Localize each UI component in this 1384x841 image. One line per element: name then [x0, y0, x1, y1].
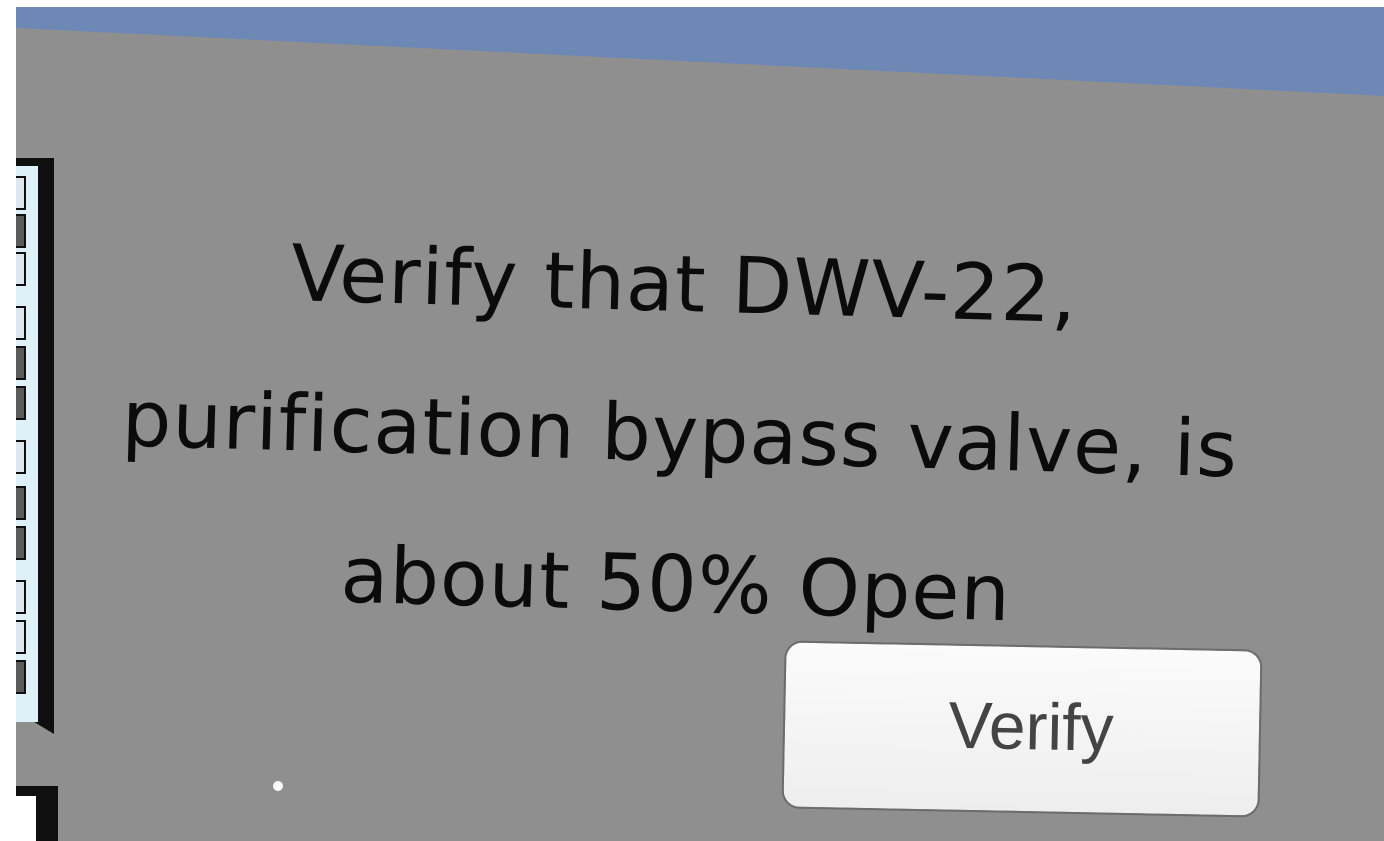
panel-switch	[16, 580, 26, 614]
panel-switch	[16, 386, 26, 420]
instruction-line-2: purification bypass valve, is	[120, 374, 1240, 496]
instruction-text: Verify that DWV-22, purification bypass …	[34, 192, 1326, 678]
panel-switch	[16, 252, 26, 286]
panel-switch	[16, 214, 26, 248]
top-edge	[0, 0, 1384, 7]
panel-switch	[16, 306, 26, 340]
cursor-dot-icon	[273, 781, 283, 791]
vr-scene: Verify that DWV-22, purification bypass …	[0, 0, 1384, 841]
panel-switch	[16, 176, 26, 210]
panel-switch	[16, 346, 26, 380]
panel-switch	[16, 486, 26, 520]
panel-switch	[16, 526, 26, 560]
verify-button[interactable]: Verify	[781, 640, 1263, 818]
lower-side-object-face	[16, 796, 36, 841]
instruction-line-1: Verify that DWV-22,	[289, 229, 1079, 342]
panel-switch	[16, 620, 26, 654]
panel-switch	[16, 660, 26, 694]
instruction-line-3: about 50% Open	[339, 530, 1013, 640]
left-edge	[0, 0, 16, 841]
verify-button-label: Verify	[947, 687, 1115, 765]
panel-switch	[16, 440, 26, 474]
